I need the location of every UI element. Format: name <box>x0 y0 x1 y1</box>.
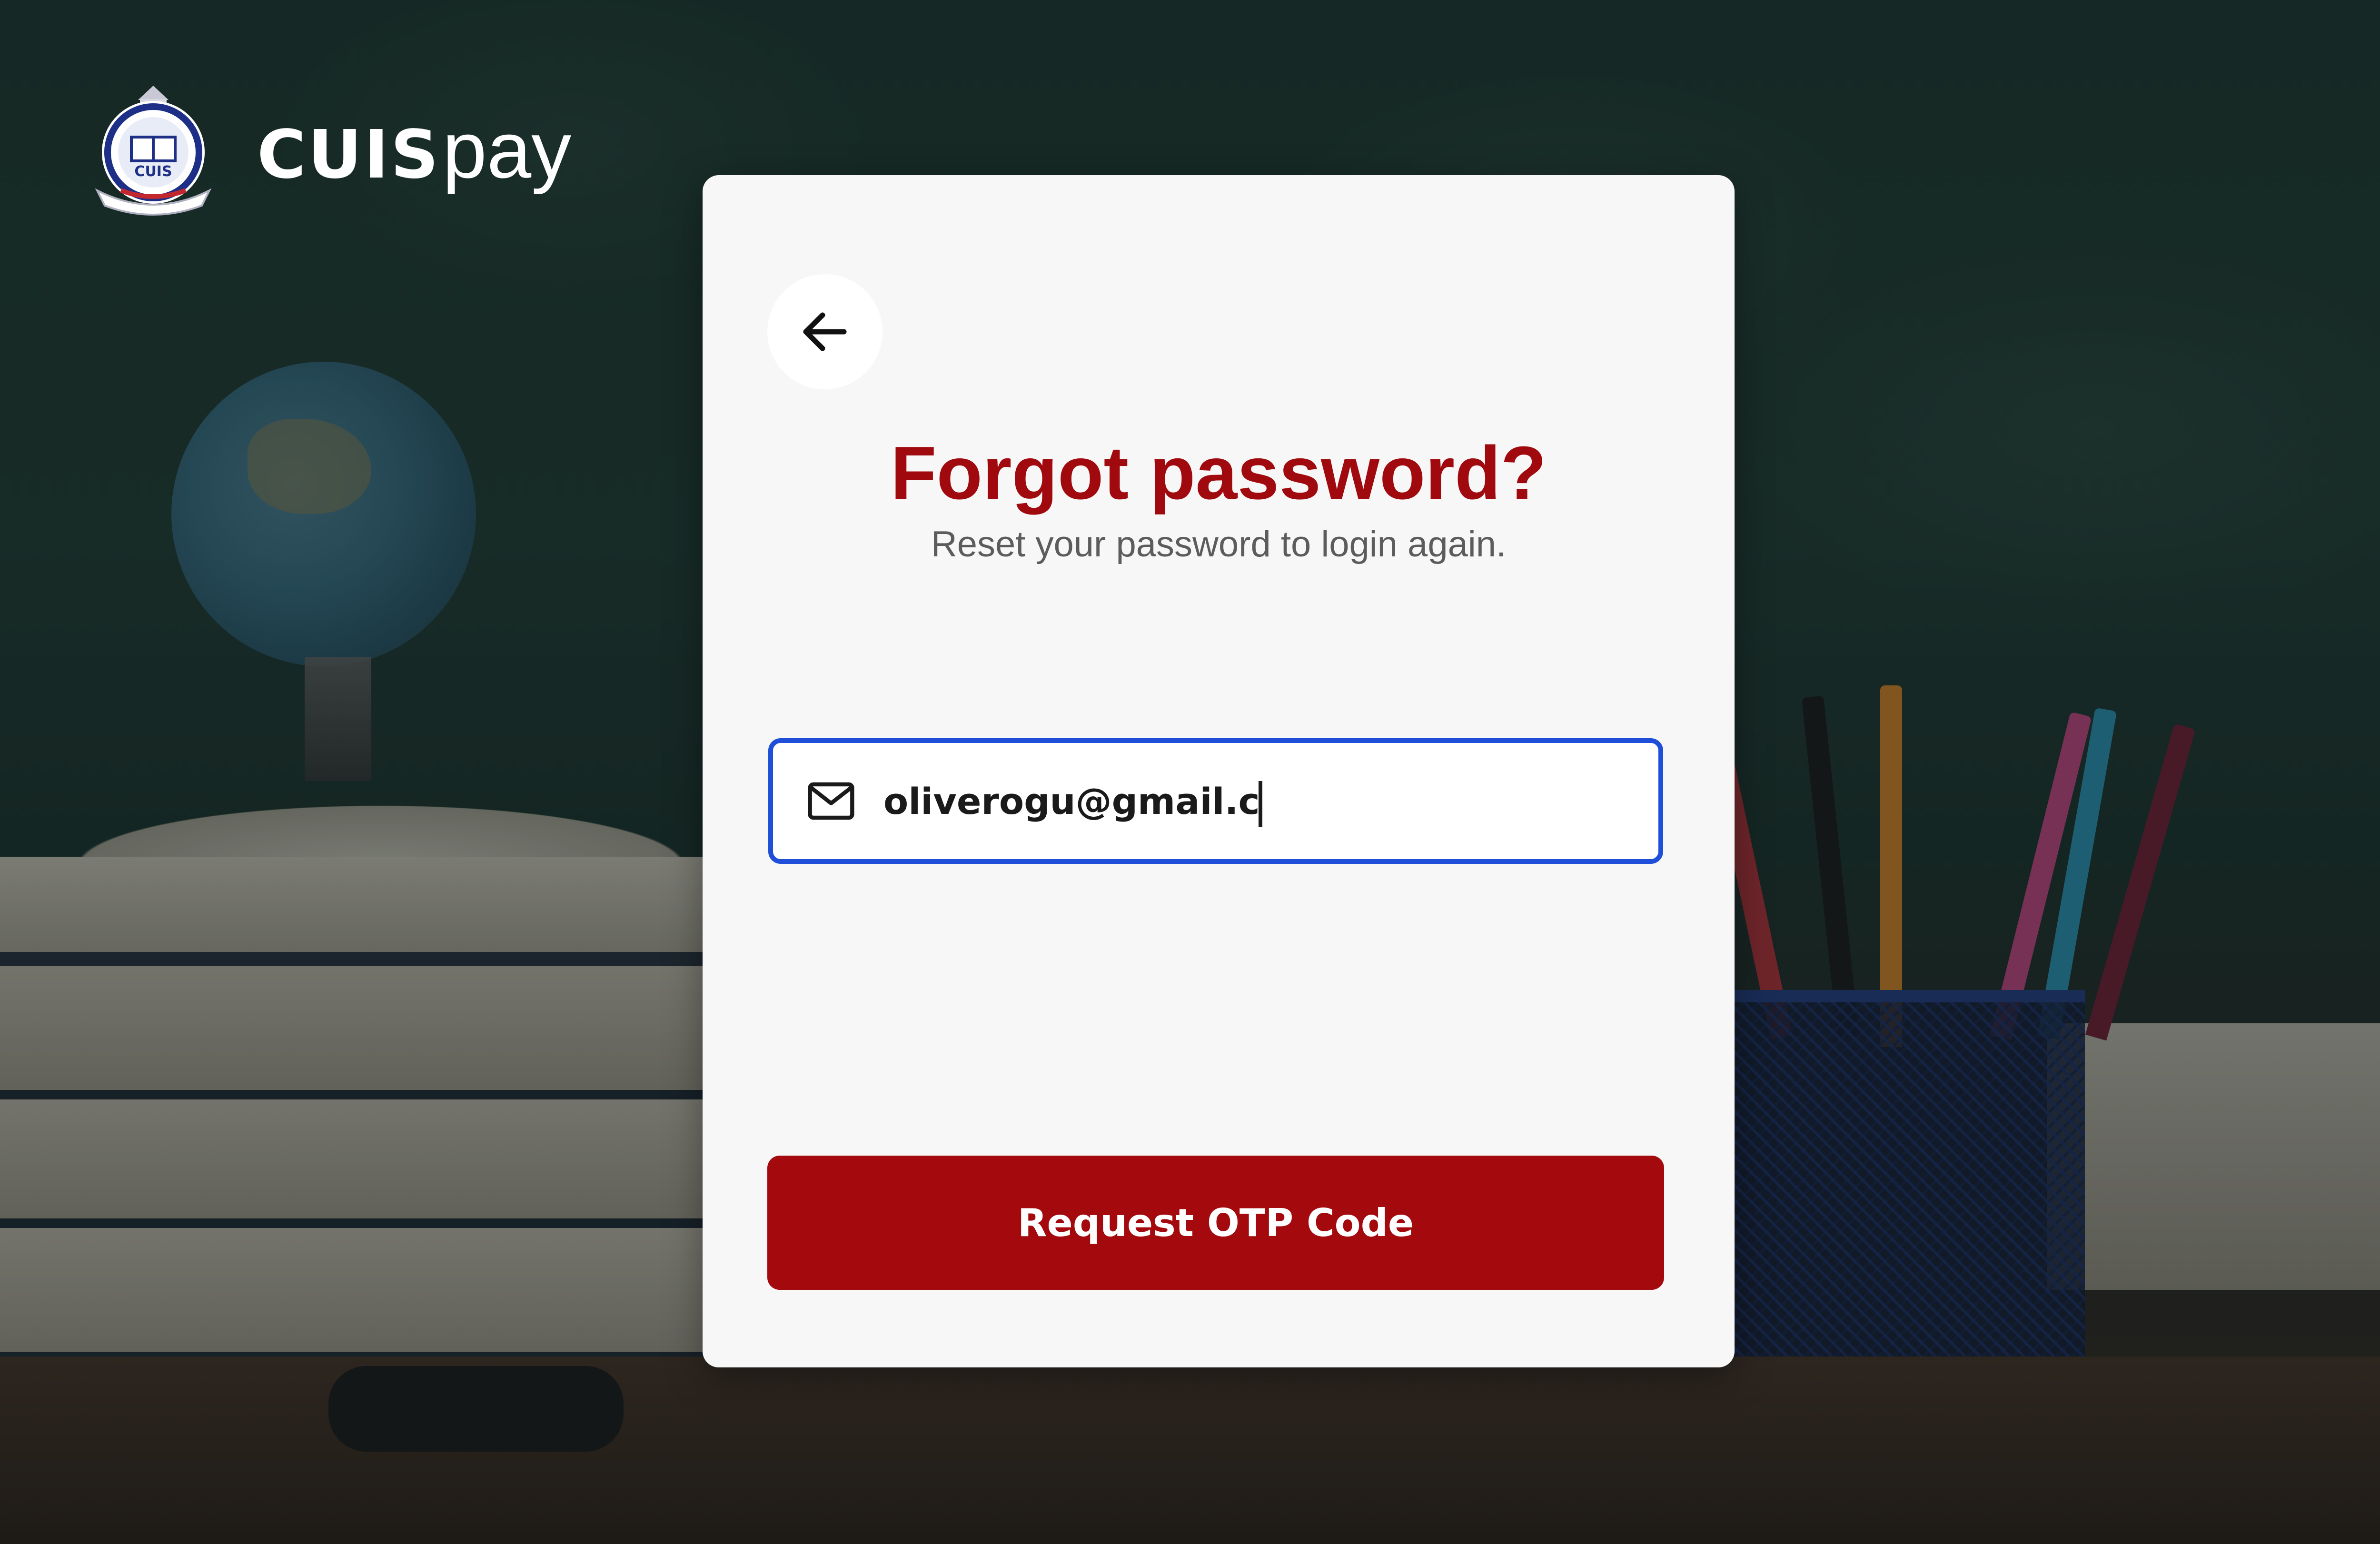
svg-text:CUIS: CUIS <box>134 163 172 180</box>
request-otp-button[interactable]: Request OTP Code <box>767 1156 1664 1290</box>
email-input[interactable] <box>883 768 1597 834</box>
arrow-left-icon <box>803 312 847 351</box>
forgot-password-card: Forgot password? Reset your password to … <box>703 175 1735 1367</box>
email-field[interactable] <box>768 738 1663 864</box>
brand-name-strong: CUIS <box>257 116 441 194</box>
page-subtitle: Reset your password to login again. <box>931 524 1507 564</box>
brand-name-light: pay <box>442 105 572 195</box>
text-cursor <box>1259 781 1262 827</box>
mail-icon <box>808 782 854 820</box>
back-button[interactable] <box>767 274 883 389</box>
school-crest-icon: CUIS <box>95 86 212 216</box>
brand-logo: CUIS CUIS pay <box>88 81 571 219</box>
brand-name: CUIS pay <box>257 110 571 190</box>
page-title: Forgot password? <box>890 431 1547 515</box>
